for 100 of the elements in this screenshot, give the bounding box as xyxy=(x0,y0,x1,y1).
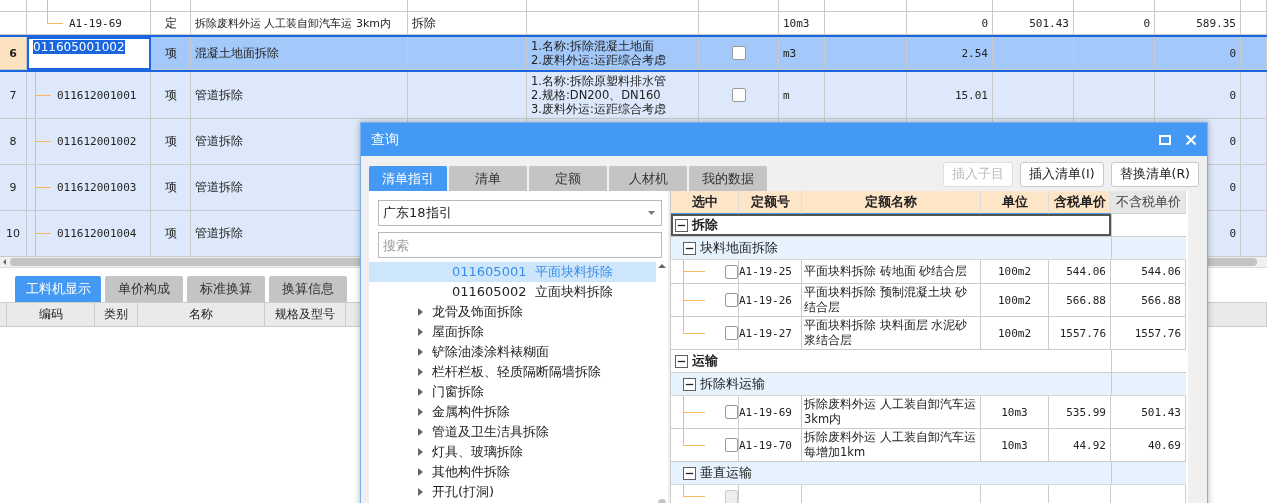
expand-icon[interactable] xyxy=(417,468,423,476)
group-row[interactable]: 块料地面拆除 xyxy=(671,237,1186,260)
toolbar-button[interactable]: 插入清单(I) xyxy=(1020,162,1104,187)
expand-icon[interactable] xyxy=(417,348,423,356)
group-row[interactable]: 垂直运输 xyxy=(671,462,1186,485)
table-cell: 混凝土地面拆除 xyxy=(195,44,279,62)
table-cell: 管道拆除 xyxy=(195,225,243,242)
expand-icon[interactable] xyxy=(417,408,423,416)
table-cell: 566.88 xyxy=(1066,293,1106,307)
tree-item[interactable]: 栏杆栏板、轻质隔断隔墙拆除 xyxy=(432,362,601,382)
table-cell: 40.69 xyxy=(1147,438,1181,452)
table-row[interactable]: A1-19-69 定 拆除废料外运 人工装自卸汽车运 3km内 拆除 10m3 0 501.43 0 589.35 xyxy=(0,12,1267,35)
expand-icon[interactable] xyxy=(417,388,423,396)
close-icon[interactable] xyxy=(1185,133,1197,146)
checkbox[interactable] xyxy=(725,438,738,452)
tab[interactable]: 清单 xyxy=(449,166,527,191)
table-cell: 0 xyxy=(1229,135,1236,148)
tree-item[interactable]: 门窗拆除 xyxy=(432,382,484,402)
checkbox[interactable] xyxy=(725,264,738,279)
checkbox[interactable] xyxy=(731,46,746,60)
collapse-icon[interactable] xyxy=(683,466,696,480)
group-label: 拆除料运输 xyxy=(700,375,765,393)
tree-item[interactable]: 灯具、玻璃拆除 xyxy=(432,442,523,462)
group-row[interactable]: 拆除料运输 xyxy=(671,373,1186,396)
tab[interactable]: 标准换算 xyxy=(187,276,265,302)
table-cell: 535.99 xyxy=(1066,405,1106,419)
checkbox[interactable] xyxy=(725,293,738,307)
tree-item[interactable]: 龙骨及饰面拆除 xyxy=(432,302,523,322)
table-cell: 011612001004 xyxy=(57,227,137,240)
column-header: 含税单价 xyxy=(1049,191,1111,214)
table-cell: 0 xyxy=(1229,181,1236,194)
group-label: 运输 xyxy=(692,352,718,370)
table-cell: 100m2 xyxy=(997,326,1032,340)
tree-item[interactable]: 其他构件拆除 xyxy=(432,462,510,482)
expand-icon[interactable] xyxy=(417,488,423,496)
expand-icon[interactable] xyxy=(417,428,423,436)
tree-item[interactable]: 屋面拆除 xyxy=(432,322,484,342)
tab[interactable]: 我的数据 xyxy=(689,166,767,191)
tree-item[interactable]: 管道及卫生洁具拆除 xyxy=(432,422,549,442)
table-cell: 501.43 xyxy=(1029,16,1069,30)
expand-icon[interactable] xyxy=(417,308,423,316)
table-cell: 15.01 xyxy=(954,88,988,102)
tab[interactable]: 换算信息 xyxy=(269,276,347,302)
collapse-icon[interactable] xyxy=(683,241,696,255)
column-header: 编码 xyxy=(7,303,95,326)
table-cell-text: 拆除废料外运 人工装自卸汽车运每增加1km xyxy=(804,430,977,460)
table-row[interactable]: 6 011605001002 项 混凝土地面拆除 1.名称:拆除混凝土地面 2.废料外运:运距综合考虑 m3 2.54 0 xyxy=(0,35,1267,72)
collapse-icon[interactable] xyxy=(675,218,688,232)
scroll-arrow-icon[interactable] xyxy=(658,262,666,270)
table-cell: 501.43 xyxy=(1141,405,1181,419)
table-cell: 544.06 xyxy=(1141,265,1181,278)
column-header: 定额号 xyxy=(739,191,802,214)
table-cell: 0 xyxy=(1143,16,1150,30)
group-row[interactable]: 拆除 xyxy=(671,214,1186,237)
table-cell: 10m3 xyxy=(783,16,810,30)
tree-item[interactable]: 011605002 立面块料拆除 xyxy=(369,282,613,302)
table-cell: A1-19-26 xyxy=(739,293,792,307)
table-cell: A1-19-69 xyxy=(69,16,122,30)
tree-item[interactable]: 金属构件拆除 xyxy=(432,402,510,422)
table-cell: 10m3 xyxy=(1001,405,1028,419)
guide-dropdown[interactable]: 广东18指引 xyxy=(378,200,662,226)
expand-icon[interactable] xyxy=(417,328,423,336)
table-cell: 定 xyxy=(164,14,177,32)
table-cell-text: 拆除废料外运 人工装自卸汽车运3km内 xyxy=(804,397,977,427)
tab[interactable]: 定额 xyxy=(529,166,607,191)
table-cell: A1-19-27 xyxy=(739,326,792,340)
table-cell: 管道拆除 xyxy=(195,86,243,104)
table-cell: 44.92 xyxy=(1072,438,1106,452)
tree-item[interactable]: 铲除油漆涂料裱糊面 xyxy=(432,342,549,362)
table-cell: 589.35 xyxy=(1196,16,1236,30)
maximize-icon[interactable] xyxy=(1159,133,1171,146)
checkbox[interactable] xyxy=(725,405,738,419)
table-cell: m3 xyxy=(783,46,797,60)
group-label: 块料地面拆除 xyxy=(700,239,778,257)
table-cell: 0 xyxy=(981,16,988,30)
collapse-icon[interactable] xyxy=(683,377,696,391)
row-number: 9 xyxy=(9,181,17,194)
expand-icon[interactable] xyxy=(417,448,423,456)
search-field[interactable]: 搜索 xyxy=(378,232,662,258)
table-cell-text: 平面块料拆除 预制混凝土块 砂结合层 xyxy=(804,285,969,315)
column-header: 名称 xyxy=(138,303,265,326)
toolbar-button[interactable]: 替换清单(R) xyxy=(1110,162,1199,187)
column-header: 类别 xyxy=(95,303,138,326)
table-cell: 011612001002 xyxy=(57,135,137,148)
column-header: 不含税单价 xyxy=(1111,191,1186,214)
table-cell: A1-19-25 xyxy=(739,265,792,278)
row-number: 10 xyxy=(6,227,20,240)
table-cell: 管道拆除 xyxy=(195,133,243,150)
collapse-icon[interactable] xyxy=(675,354,688,368)
tab[interactable]: 单价构成 xyxy=(105,276,183,302)
table-cell: A1-19-70 xyxy=(739,438,792,452)
tree-item[interactable]: 开孔(打洞) xyxy=(432,482,495,502)
table-row[interactable]: 7 011612001001 项 管道拆除 1.名称:拆除原塑料排水管 2.规格:DN200、DN160 3.废料外运:运距综合考虑 m 15.01 0 xyxy=(0,72,1267,119)
checkbox[interactable] xyxy=(725,326,738,340)
table-cell: 平面块料拆除 砖地面 砂结合层 xyxy=(804,264,968,279)
table-cell: 拆除 xyxy=(412,14,436,32)
checkbox[interactable] xyxy=(731,88,746,102)
table-cell: 项 xyxy=(164,225,177,242)
expand-icon[interactable] xyxy=(417,368,423,376)
tab[interactable]: 人材机 xyxy=(609,166,687,191)
